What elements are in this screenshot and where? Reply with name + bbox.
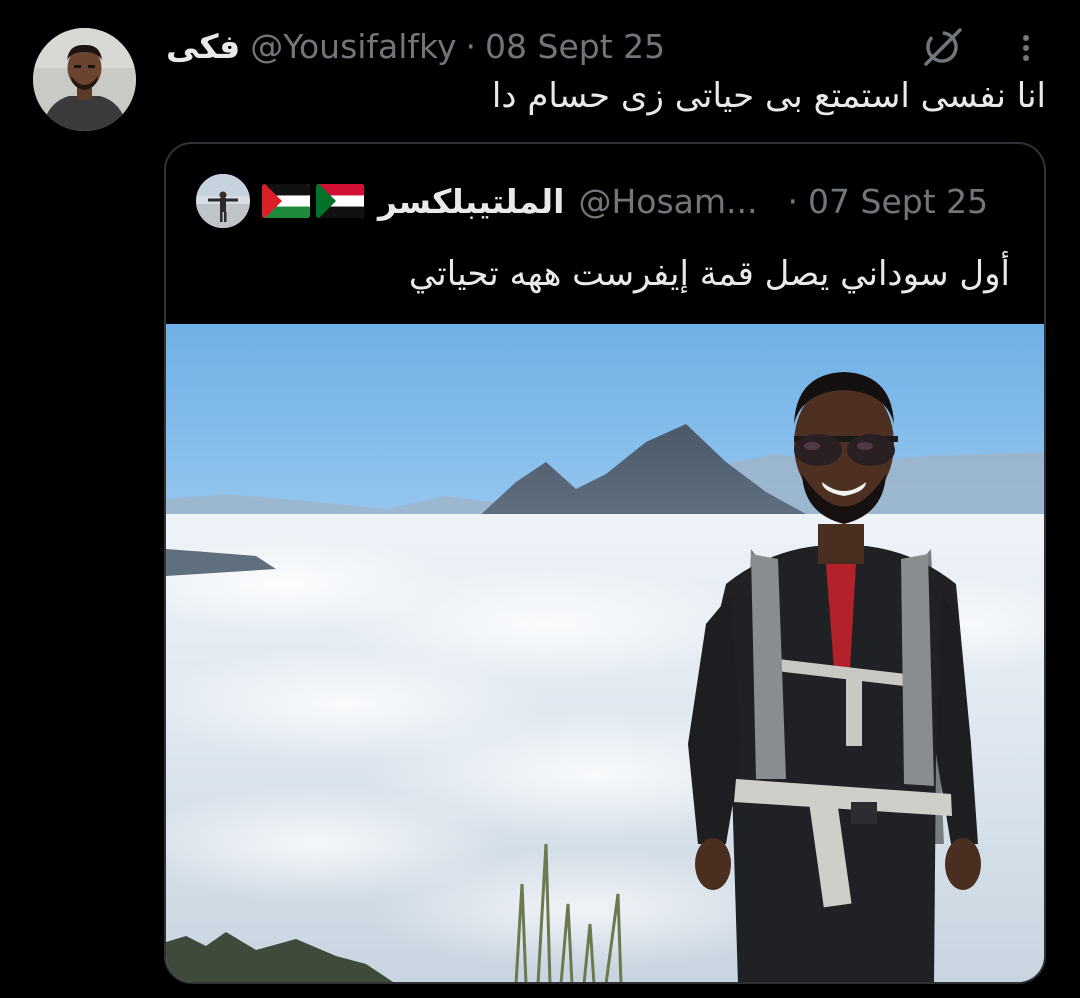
author-avatar-image <box>33 28 136 131</box>
tweet-text: انا نفسى استمتع بى حياتى زى حسام دا <box>491 76 1046 116</box>
quoted-tweet-photo[interactable] <box>166 324 1046 984</box>
author-avatar[interactable] <box>33 28 136 131</box>
author-display-name[interactable]: فكى <box>166 27 240 66</box>
palestine-flag-icon <box>262 184 310 218</box>
author-handle[interactable]: @Yousifalfky <box>250 27 456 66</box>
quoted-tweet-card[interactable]: الملتيبلكسر @Hosam... · 07 Sept 25 أول س… <box>164 142 1046 984</box>
quoted-display-name[interactable]: الملتيبلكسر <box>378 182 564 221</box>
quoted-tweet-header: الملتيبلكسر @Hosam... · 07 Sept 25 <box>262 178 988 224</box>
quoted-header-separator: · <box>787 181 799 221</box>
quoted-handle[interactable]: @Hosam... <box>578 182 757 221</box>
tweet-date[interactable]: 08 Sept 25 <box>485 27 665 66</box>
more-options-icon[interactable] <box>1010 28 1042 68</box>
quoted-author-avatar[interactable] <box>196 174 250 228</box>
quoted-avatar-image <box>196 174 250 228</box>
quoted-tweet-date[interactable]: 07 Sept 25 <box>808 182 988 221</box>
sudan-flag-icon <box>316 184 364 218</box>
quoted-tweet-text: أول سوداني يصل قمة إيفرست ههه تحياتي <box>408 254 1010 294</box>
tweet-header: فكى @Yousifalfky · 08 Sept 25 <box>166 24 665 68</box>
header-separator: · <box>465 26 477 66</box>
grok-icon[interactable] <box>918 22 966 70</box>
